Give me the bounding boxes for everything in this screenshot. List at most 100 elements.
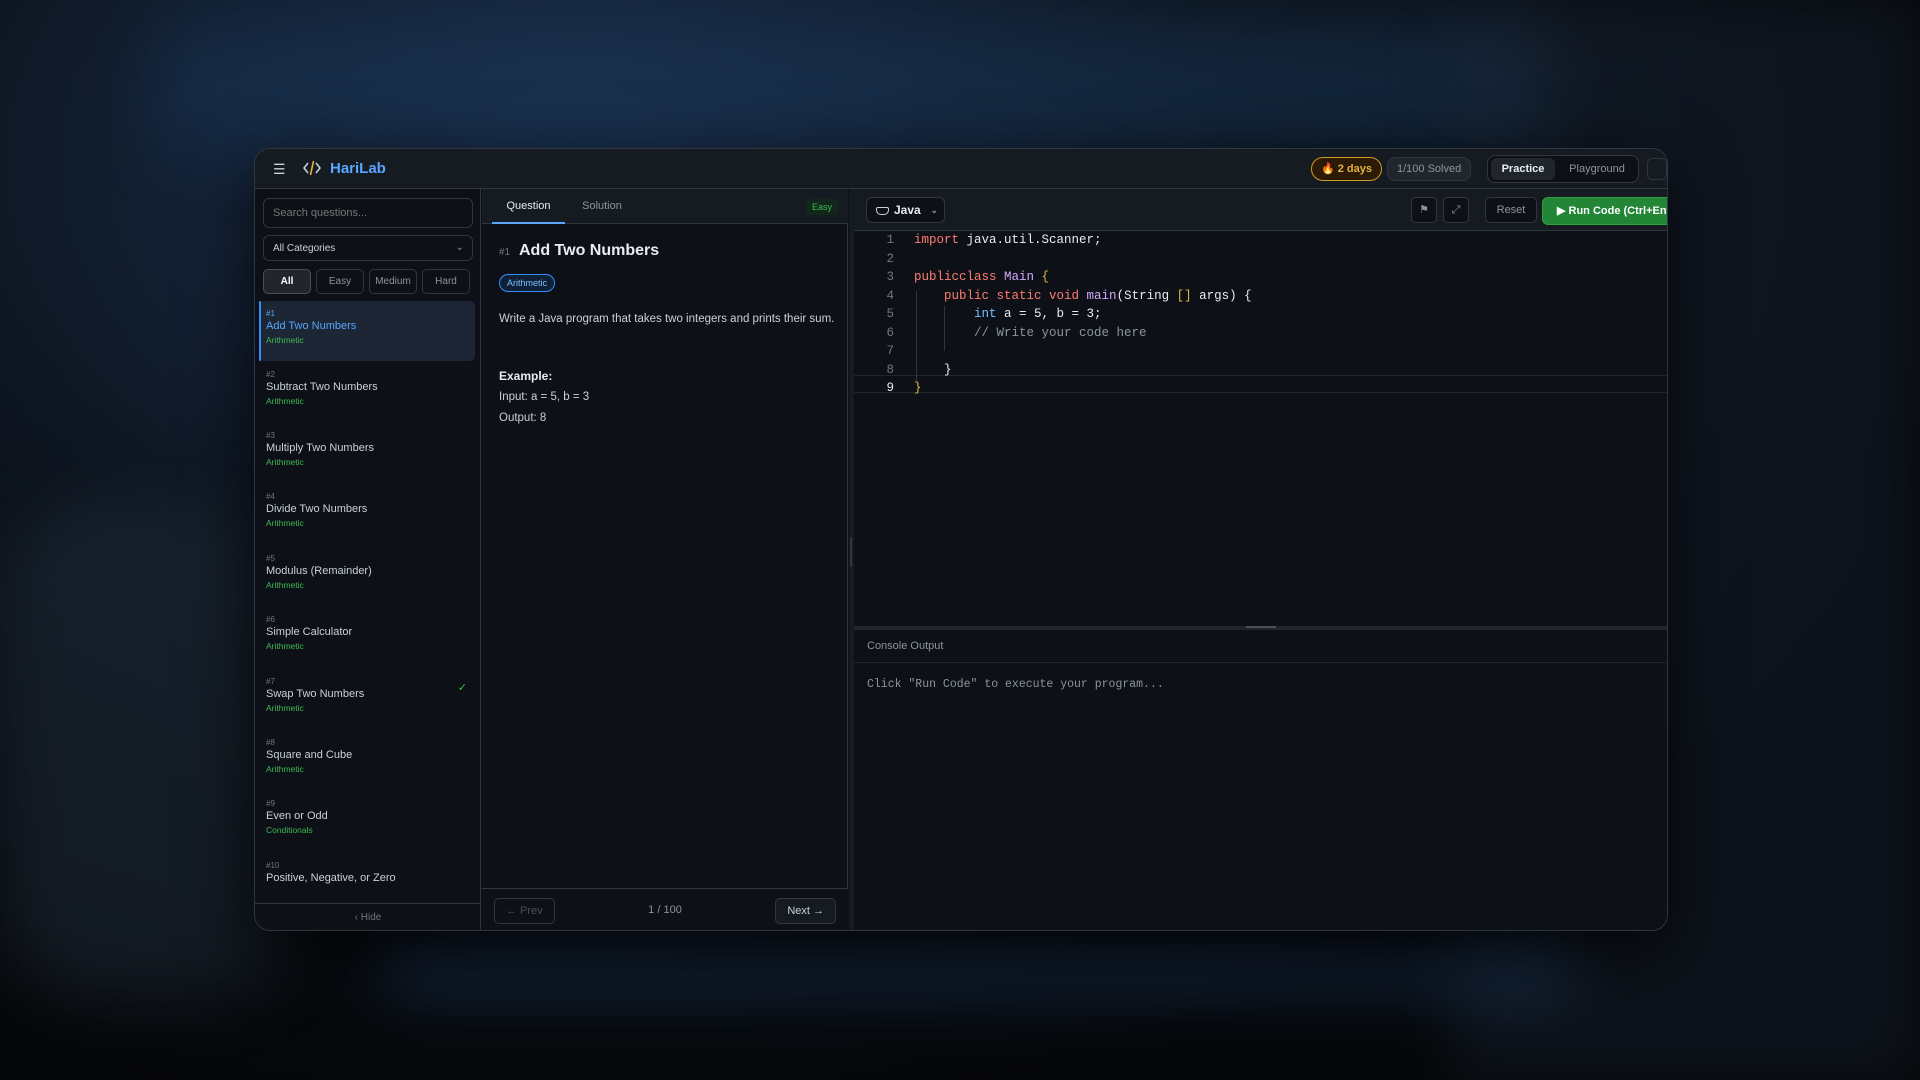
console-output: Click "Run Code" to execute your program… <box>867 678 1164 691</box>
line-number: 8 <box>886 362 894 377</box>
code-line: // Write your code here <box>914 325 1147 340</box>
question-category: Conditionals <box>266 825 313 835</box>
question-number: #8 <box>266 738 275 747</box>
search-input[interactable] <box>263 198 473 228</box>
question-title: Multiply Two Numbers <box>266 442 374 454</box>
question-number: #1 <box>499 247 511 258</box>
mode-switcher: Practice Playground <box>1487 155 1639 183</box>
question-title: Subtract Two Numbers <box>266 381 378 393</box>
grip-handle <box>850 537 852 567</box>
question-category: Arithmetic <box>266 518 304 528</box>
question-number: #3 <box>266 431 275 440</box>
editor-toolbar: Java ⌄ ⚑ ⤢ Reset ▶ Run Code (Ctrl+Enter) <box>854 189 1667 231</box>
splitter-handle <box>1246 626 1276 628</box>
chevron-down-icon: ⌄ <box>455 242 464 253</box>
question-item[interactable]: #8 Square and Cube Arithmetic <box>259 730 475 790</box>
top-bar: ☰ HariLab 🔥 2 days 1/100 Solved Practice… <box>255 149 1667 189</box>
line-number: 5 <box>886 307 894 321</box>
code-line: int a = 5, b = 3; <box>974 307 1102 321</box>
question-item[interactable]: #10 Positive, Negative, or Zero <box>259 853 475 885</box>
question-title: Positive, Negative, or Zero <box>266 872 396 884</box>
solved-check-icon: ✓ <box>457 682 467 694</box>
reset-button[interactable]: Reset <box>1485 197 1537 223</box>
question-category: Arithmetic <box>266 335 304 345</box>
category-tag: Arithmetic <box>499 274 556 292</box>
streak-badge: 🔥 2 days <box>1311 157 1382 181</box>
filter-medium-button[interactable]: Medium <box>369 269 417 294</box>
expand-icon[interactable]: ⤢ <box>1443 197 1469 223</box>
chevron-down-icon: ⌄ <box>930 205 938 215</box>
difficulty-badge: Easy <box>805 199 838 215</box>
app-logo-text: HariLab <box>330 160 386 177</box>
code-line: } <box>914 381 922 395</box>
java-cup-icon <box>876 207 889 215</box>
question-title: Add Two Numbers <box>519 242 660 259</box>
question-item[interactable]: #2 Subtract Two Numbers Arithmetic <box>259 362 475 422</box>
solved-count-dropdown[interactable]: 1/100 Solved <box>1387 157 1472 181</box>
question-title: Even or Odd <box>266 810 328 822</box>
filter-hard-button[interactable]: Hard <box>422 269 470 294</box>
editor-panel: Java ⌄ ⚑ ⤢ Reset ▶ Run Code (Ctrl+Enter)… <box>854 189 1667 930</box>
menu-icon[interactable]: ☰ <box>273 161 287 178</box>
question-title: Add Two Numbers <box>266 320 357 332</box>
example-input: Input: a = 5, b = 3 <box>499 391 590 403</box>
question-title: Swap Two Numbers <box>266 688 365 700</box>
line-number: 9 <box>886 381 894 395</box>
line-number: 4 <box>886 288 894 303</box>
console-panel: Console Output Click "Run Code" to execu… <box>854 630 1667 930</box>
question-tabs: Question Solution Easy <box>482 189 848 224</box>
question-title: Modulus (Remainder) <box>266 565 372 577</box>
question-item[interactable]: #3 Multiply Two Numbers Arithmetic <box>259 423 475 483</box>
line-number: 1 <box>886 233 894 247</box>
filter-easy-button[interactable]: Easy <box>316 269 364 294</box>
question-item[interactable]: #6 Simple Calculator Arithmetic <box>259 607 475 667</box>
question-item[interactable]: #5 Modulus (Remainder) Arithmetic <box>259 546 475 606</box>
run-code-button[interactable]: ▶ Run Code (Ctrl+Enter) <box>1542 197 1667 225</box>
code-line: import java.util.Scanner; <box>914 233 1102 247</box>
question-number: #5 <box>266 554 275 563</box>
bookmark-icon[interactable]: ⚑ <box>1411 197 1437 223</box>
tab-solution[interactable]: Solution <box>572 189 632 224</box>
example-heading: Example: <box>499 369 553 383</box>
line-number: 2 <box>886 251 894 266</box>
question-title: Square and Cube <box>266 749 353 761</box>
question-number: #10 <box>266 861 280 870</box>
question-item[interactable]: #9 Even or Odd Conditionals <box>259 791 475 851</box>
practice-mode-button[interactable]: Practice <box>1491 158 1555 180</box>
app-window: ☰ HariLab 🔥 2 days 1/100 Solved Practice… <box>254 148 1668 931</box>
example-output: Output: 8 <box>499 412 547 424</box>
next-button[interactable]: Next → <box>775 898 836 924</box>
filter-all-button[interactable]: All <box>263 269 311 294</box>
question-item[interactable]: #7 Swap Two Numbers Arithmetic ✓ <box>259 669 475 729</box>
question-item[interactable]: #1 Add Two Numbers Arithmetic <box>259 301 475 361</box>
question-list: #1 Add Two Numbers Arithmetic #2 Subtrac… <box>259 301 475 885</box>
playground-mode-button[interactable]: Playground <box>1558 158 1636 180</box>
question-description: Write a Java program that takes two inte… <box>499 313 835 325</box>
question-panel: Question Solution Easy #1 Add Two Number… <box>482 189 848 930</box>
question-category: Arithmetic <box>266 396 304 406</box>
language-label: Java <box>894 203 921 217</box>
question-pagination: ← Prev 1 / 100 Next → <box>482 888 848 930</box>
question-number: #9 <box>266 799 275 808</box>
question-title: Divide Two Numbers <box>266 503 368 515</box>
question-item[interactable]: #4 Divide Two Numbers Arithmetic <box>259 484 475 544</box>
question-number: #7 <box>266 677 275 686</box>
code-line: } <box>914 362 952 377</box>
hide-sidebar-button[interactable]: ‹ Hide <box>255 903 481 930</box>
line-number: 7 <box>886 344 894 358</box>
current-line-highlight <box>854 375 1667 393</box>
question-number: #6 <box>266 615 275 624</box>
category-select[interactable]: All Categories ⌄ <box>263 235 473 261</box>
code-line: publicclass Main { <box>914 270 1050 284</box>
code-logo-icon <box>303 160 321 176</box>
question-sidebar: All Categories ⌄ All Easy Medium Hard #1… <box>255 189 481 930</box>
line-number: 3 <box>886 270 894 284</box>
tab-question[interactable]: Question <box>492 189 565 224</box>
question-category: Arithmetic <box>266 580 304 590</box>
question-number: #1 <box>266 309 275 318</box>
language-select[interactable]: Java ⌄ <box>866 197 945 223</box>
question-number: #4 <box>266 492 275 501</box>
code-editor[interactable]: 1 import java.util.Scanner; 2 3 publicclass … <box>854 231 1667 626</box>
layout-toggle-icon[interactable] <box>1647 158 1667 180</box>
question-category: Arithmetic <box>266 641 304 651</box>
